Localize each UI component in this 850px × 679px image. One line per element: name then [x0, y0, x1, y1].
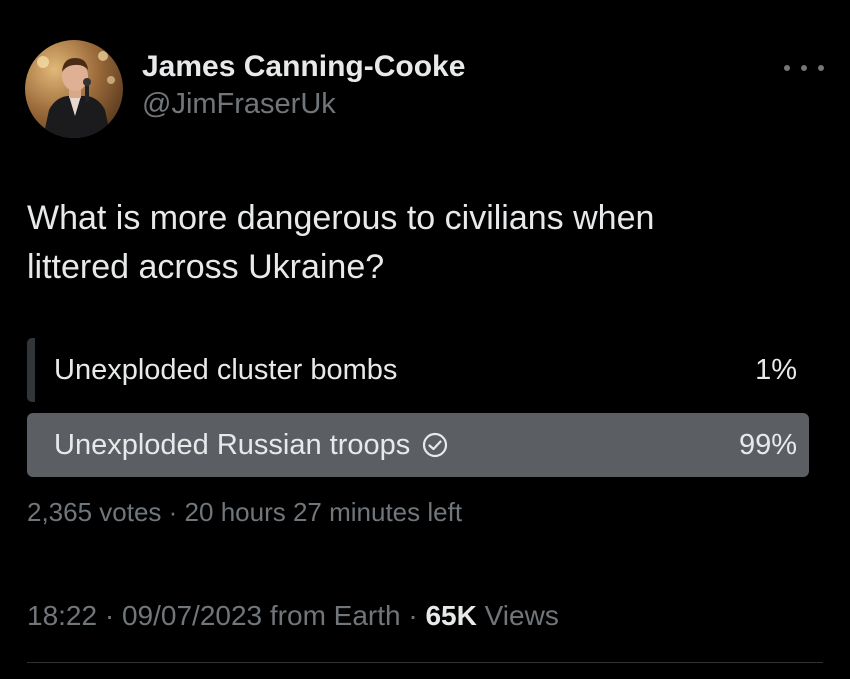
poll-meta: 2,365 votes · 20 hours 27 minutes left [27, 497, 462, 528]
views-count[interactable]: 65K [425, 600, 476, 631]
divider [27, 662, 823, 663]
tweet-time[interactable]: 18:22 [27, 600, 97, 631]
more-dot [818, 65, 824, 71]
tweet-text-line: littered across Ukraine? [27, 248, 385, 286]
tweet-text: What is more dangerous to civilians when… [27, 194, 807, 292]
poll-option-bar [27, 338, 35, 402]
tweet-source: from Earth [269, 600, 401, 631]
tweet-text-line: What is more dangerous to civilians when [27, 199, 655, 237]
author-display-name[interactable]: James Canning-Cooke [142, 50, 465, 84]
tweet-meta: 18:22 · 09/07/2023 from Earth · 65K View… [27, 600, 559, 632]
separator: · [400, 600, 426, 631]
tweet-date[interactable]: 09/07/2023 [122, 600, 262, 631]
avatar[interactable] [25, 40, 123, 138]
separator: · [161, 497, 185, 527]
more-dot [801, 65, 807, 71]
poll-option-percent: 1% [755, 354, 797, 386]
more-horizontal-icon[interactable] [784, 58, 824, 78]
check-circle-icon [422, 432, 448, 458]
separator: · [97, 600, 122, 631]
poll-votes: 2,365 votes [27, 497, 162, 527]
poll-option-label: Unexploded Russian troops [54, 413, 448, 477]
poll-time-left: 20 hours 27 minutes left [184, 497, 463, 527]
more-dot [784, 65, 790, 71]
poll-option-label: Unexploded cluster bombs [54, 354, 398, 386]
poll-option-1: Unexploded cluster bombs 1% [27, 338, 817, 402]
poll-option-percent: 99% [738, 429, 797, 461]
author-handle[interactable]: @JimFraserUk [142, 88, 336, 121]
views-label: Views [484, 600, 559, 631]
poll-option-2: Unexploded Russian troops 99% [27, 413, 817, 477]
profile-photo [25, 40, 123, 138]
